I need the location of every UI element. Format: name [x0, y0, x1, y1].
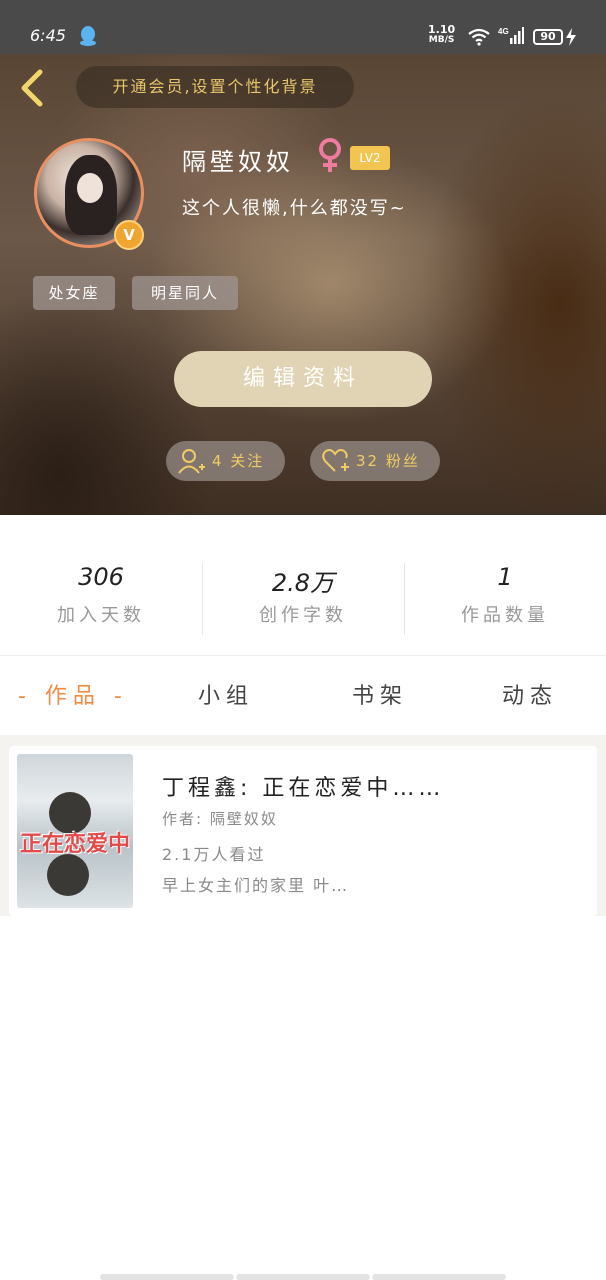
- stat-label: 创作字数: [259, 605, 347, 626]
- stat-value: 306: [78, 563, 124, 591]
- following-label: 4 关注: [212, 452, 265, 470]
- tab-works[interactable]: - 作品 -: [18, 678, 128, 710]
- wifi-icon: [468, 28, 490, 46]
- qq-icon: [80, 26, 96, 46]
- female-gender-icon: [319, 138, 341, 172]
- vip-banner-button[interactable]: 开通会员,设置个性化背景: [76, 66, 354, 108]
- username: 隔壁奴奴: [182, 148, 294, 176]
- fans-label: 32 粉丝: [356, 452, 420, 470]
- edit-profile-button[interactable]: 编辑资料: [174, 351, 432, 407]
- svg-text:4G: 4G: [498, 27, 509, 36]
- charging-icon: [566, 28, 576, 46]
- stat-value: 1: [497, 563, 513, 591]
- heart-plus-icon: [322, 449, 349, 472]
- fans-button[interactable]: 32 粉丝: [310, 441, 440, 481]
- stat-days-joined: 306 加入天数: [0, 563, 202, 627]
- book-title[interactable]: 丁程鑫: 正在恋爱中……: [162, 770, 444, 802]
- tab-feed[interactable]: 动态: [502, 678, 558, 710]
- add-user-icon: [178, 449, 205, 474]
- battery-icon: 90: [533, 29, 563, 45]
- level-badge: LV2: [350, 146, 390, 170]
- tab-groups[interactable]: 小组: [198, 678, 254, 710]
- tag-fandom[interactable]: 明星同人: [132, 276, 238, 310]
- nav-indicator: [236, 1274, 370, 1280]
- book-views: 2.1万人看过: [162, 845, 266, 864]
- status-bar: 6:45 1.10 MB/S 4G 90: [0, 0, 606, 54]
- tab-bookshelf[interactable]: 书架: [352, 678, 408, 710]
- book-cover[interactable]: 正在恋爱中: [17, 754, 133, 908]
- back-arrow-icon[interactable]: [16, 68, 48, 108]
- profile-tabs: - 作品 - 小组 书架 动态: [0, 655, 606, 735]
- stat-value: 2.8万: [271, 569, 335, 597]
- bio-text: 这个人很懒,什么都没写~: [182, 198, 407, 219]
- stat-works-count: 1 作品数量: [404, 563, 606, 627]
- stat-label: 加入天数: [57, 605, 145, 626]
- tag-zodiac[interactable]: 处女座: [33, 276, 115, 310]
- stat-label: 作品数量: [461, 605, 549, 626]
- cover-title: 正在恋爱中: [19, 832, 130, 857]
- nav-indicator: [100, 1274, 234, 1280]
- network-speed: 1.10 MB/S: [428, 23, 456, 45]
- stats-row: 306 加入天数 2.8万 创作字数 1 作品数量: [0, 515, 606, 655]
- stat-word-count: 2.8万 创作字数: [202, 563, 404, 627]
- 4g-signal-icon: 4G: [498, 27, 524, 44]
- status-time: 6:45: [30, 26, 66, 45]
- nav-indicator: [372, 1274, 506, 1280]
- book-description: 早上女主们的家里 叶…: [162, 876, 350, 895]
- verified-v-icon: V: [114, 220, 144, 250]
- following-button[interactable]: 4 关注: [166, 441, 285, 481]
- book-author: 作者: 隔壁奴奴: [162, 810, 278, 828]
- profile-header: 开通会员,设置个性化背景 V 隔壁奴奴 LV2 这个人很懒,什么都没写~ 处女座…: [0, 54, 606, 515]
